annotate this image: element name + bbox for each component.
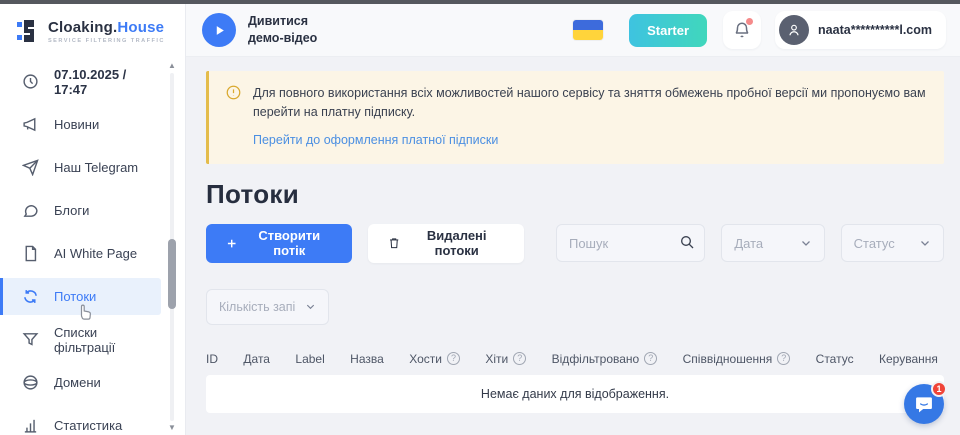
chevron-down-icon [919,237,931,249]
paper-plane-icon [21,159,39,177]
globe-icon [21,374,39,392]
col-date: Дата [243,352,270,366]
scrollbar-thumb[interactable] [168,239,176,309]
col-ratio: Співвідношення? [683,352,791,366]
chevron-down-icon [305,301,316,312]
sidebar-item-blogs[interactable]: Блоги [0,192,161,229]
logo-name-dark: Cloaking. [48,19,117,36]
sidebar-nav: 07.10.2025 / 17:47 Новини Наш Telegram Б… [0,63,185,435]
chat-unread-badge: 1 [931,381,947,397]
status-filter-label: Статус [854,236,895,251]
clock-icon [21,73,39,91]
help-icon[interactable]: ? [644,352,657,365]
scrollbar-up-arrow[interactable]: ▲ [167,61,177,71]
chat-bubble-icon [21,202,39,220]
col-label: Label [295,352,324,366]
watch-demo-button[interactable]: Дивитися демо-відео [202,13,317,47]
scrollbar-down-arrow[interactable]: ▼ [167,423,177,433]
per-page-row: Кількість запі [206,289,944,325]
sidebar-item-label: Статистика [54,418,122,433]
sidebar-item-filter-lists[interactable]: Списки фільтрації [0,321,161,358]
megaphone-icon [21,116,39,134]
col-name: Назва [350,352,384,366]
hand-cursor [75,302,95,324]
status-filter-select[interactable]: Статус [841,224,944,262]
help-icon[interactable]: ? [513,352,526,365]
plan-badge-button[interactable]: Starter [629,14,707,47]
chat-widget-icon [914,394,934,414]
main-column: Дивитися демо-відео Starter naata*******… [186,4,960,435]
sidebar-item-label: 07.10.2025 / 17:47 [54,67,161,97]
content: Для повного використання всіх можливосте… [186,57,960,435]
chevron-down-icon [800,237,812,249]
sidebar-item-news[interactable]: Новини [0,106,161,143]
sidebar-item-label: Наш Telegram [54,160,138,175]
table-header-row: ID Дата Label Назва Хости? Хіти? Відфіль… [206,352,944,366]
warning-icon [226,85,241,100]
watch-demo-label: Дивитися демо-відео [248,13,317,47]
notifications-button[interactable] [723,11,761,49]
banner-message: Для повного використання всіх можливосте… [253,84,928,122]
user-account-button[interactable]: naata**********l.com [775,11,946,49]
page-title: Потоки [206,179,944,210]
topbar: Дивитися демо-відео Starter naata*******… [186,4,960,57]
trial-warning-banner: Для повного використання всіх можливосте… [206,71,944,164]
help-icon[interactable]: ? [447,352,460,365]
language-flag-ukraine[interactable] [573,20,603,40]
logo[interactable]: Cloaking.House SERVICE FILTERING TRAFFIC [0,4,185,57]
sidebar-item-label: Новини [54,117,99,132]
create-stream-button[interactable]: Створити потік [206,224,352,263]
sidebar: Cloaking.House SERVICE FILTERING TRAFFIC… [0,4,186,435]
sidebar-item-label: Списки фільтрації [54,325,161,355]
date-filter-select[interactable]: Дата [721,224,824,262]
flag-blue-stripe [573,20,603,30]
bar-chart-icon [21,417,39,435]
sidebar-item-streams[interactable]: Потоки [0,278,161,315]
plus-icon [226,237,237,250]
app-root: Cloaking.House SERVICE FILTERING TRAFFIC… [0,4,960,435]
avatar [779,15,809,45]
play-icon[interactable] [202,13,236,47]
trash-icon [388,236,400,250]
col-hits: Хіти? [485,352,526,366]
sidebar-item-telegram[interactable]: Наш Telegram [0,149,161,186]
flag-yellow-stripe [573,30,603,40]
sidebar-scrollbar[interactable]: ▲ ▼ [167,61,177,433]
date-filter-label: Дата [734,236,763,251]
logo-icon [16,19,40,43]
col-status: Статус [816,352,854,366]
search-icon [679,234,695,250]
logo-text: Cloaking.House SERVICE FILTERING TRAFFIC [48,19,165,44]
search-box [556,224,705,262]
chat-widget-button[interactable]: 1 [904,384,944,424]
help-icon[interactable]: ? [777,352,790,365]
per-page-select[interactable]: Кількість запі [206,289,329,325]
col-actions: Керування [879,352,938,366]
logo-tagline: SERVICE FILTERING TRAFFIC [48,38,165,44]
empty-state-text: Немає даних для відображення. [481,387,669,401]
person-icon [787,23,801,37]
sidebar-item-label: Блоги [54,203,89,218]
table-empty-state: Немає даних для відображення. [206,375,944,413]
per-page-label: Кількість запі [219,300,295,314]
sidebar-item-domains[interactable]: Домени [0,364,161,401]
upgrade-subscription-link[interactable]: Перейти до оформлення платної підписки [253,133,498,147]
logo-name-accent: House [117,19,164,36]
sidebar-item-label: AI White Page [54,246,137,261]
controls-row: Створити потік Видалені потоки Дата Стат… [206,224,944,263]
sidebar-item-statistics[interactable]: Статистика [0,407,161,435]
sidebar-item-ai-white-page[interactable]: AI White Page [0,235,161,272]
col-filtered: Відфільтровано? [552,352,658,366]
col-id: ID [206,352,218,366]
deleted-streams-button[interactable]: Видалені потоки [368,224,524,263]
document-icon [21,245,39,263]
col-hosts: Хости? [409,352,460,366]
sidebar-item-label: Домени [54,375,101,390]
sync-icon [21,288,39,306]
notification-dot [746,18,753,25]
user-email: naata**********l.com [818,23,932,37]
sidebar-item-datetime: 07.10.2025 / 17:47 [0,63,161,100]
funnel-icon [21,331,39,349]
